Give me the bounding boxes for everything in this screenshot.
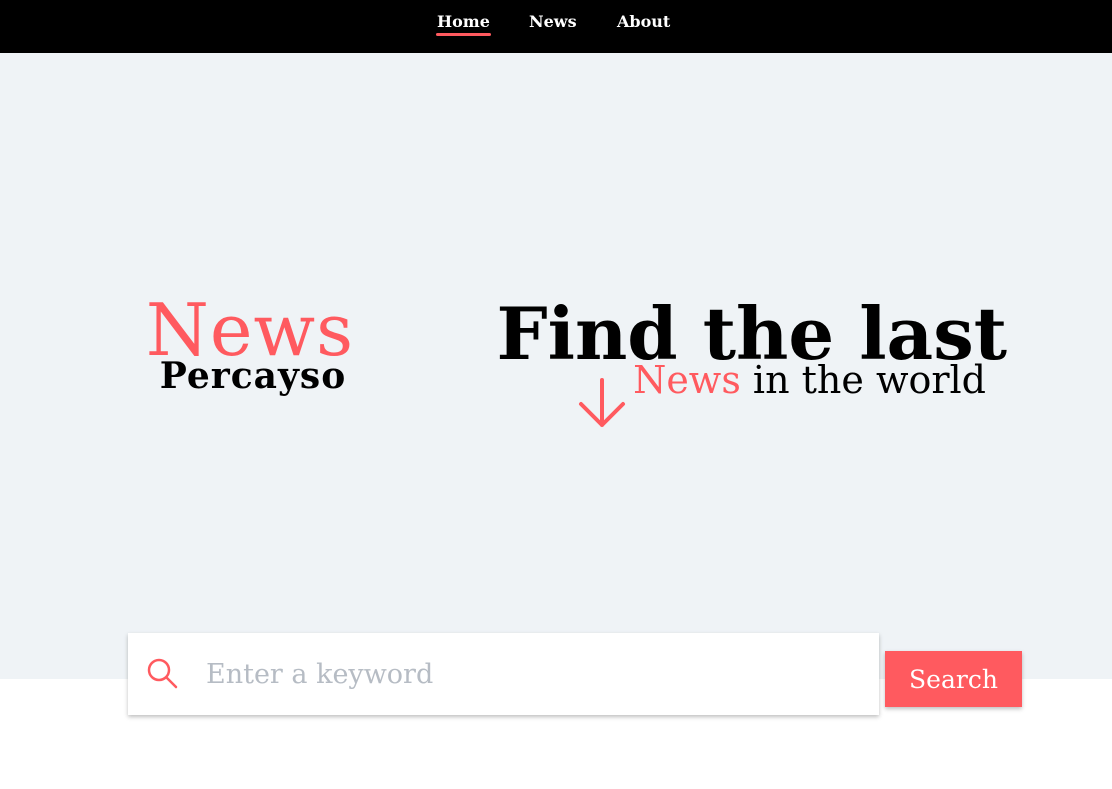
arrow-down-icon: [579, 378, 625, 427]
nav-link-about[interactable]: About: [617, 12, 670, 32]
hero-subline: News in the world: [633, 358, 986, 402]
search-bar: [128, 633, 879, 715]
search-button[interactable]: Search: [885, 651, 1022, 707]
search-input[interactable]: [206, 651, 856, 697]
search-icon: [147, 658, 178, 689]
subline-accent: News: [633, 358, 741, 402]
nav-link-home[interactable]: Home: [436, 12, 491, 36]
brand-subtitle: Percayso: [159, 355, 347, 397]
subline-rest: in the world: [752, 358, 986, 402]
nav-link-news[interactable]: News: [529, 12, 577, 32]
top-navbar: Home News About: [0, 0, 1112, 53]
